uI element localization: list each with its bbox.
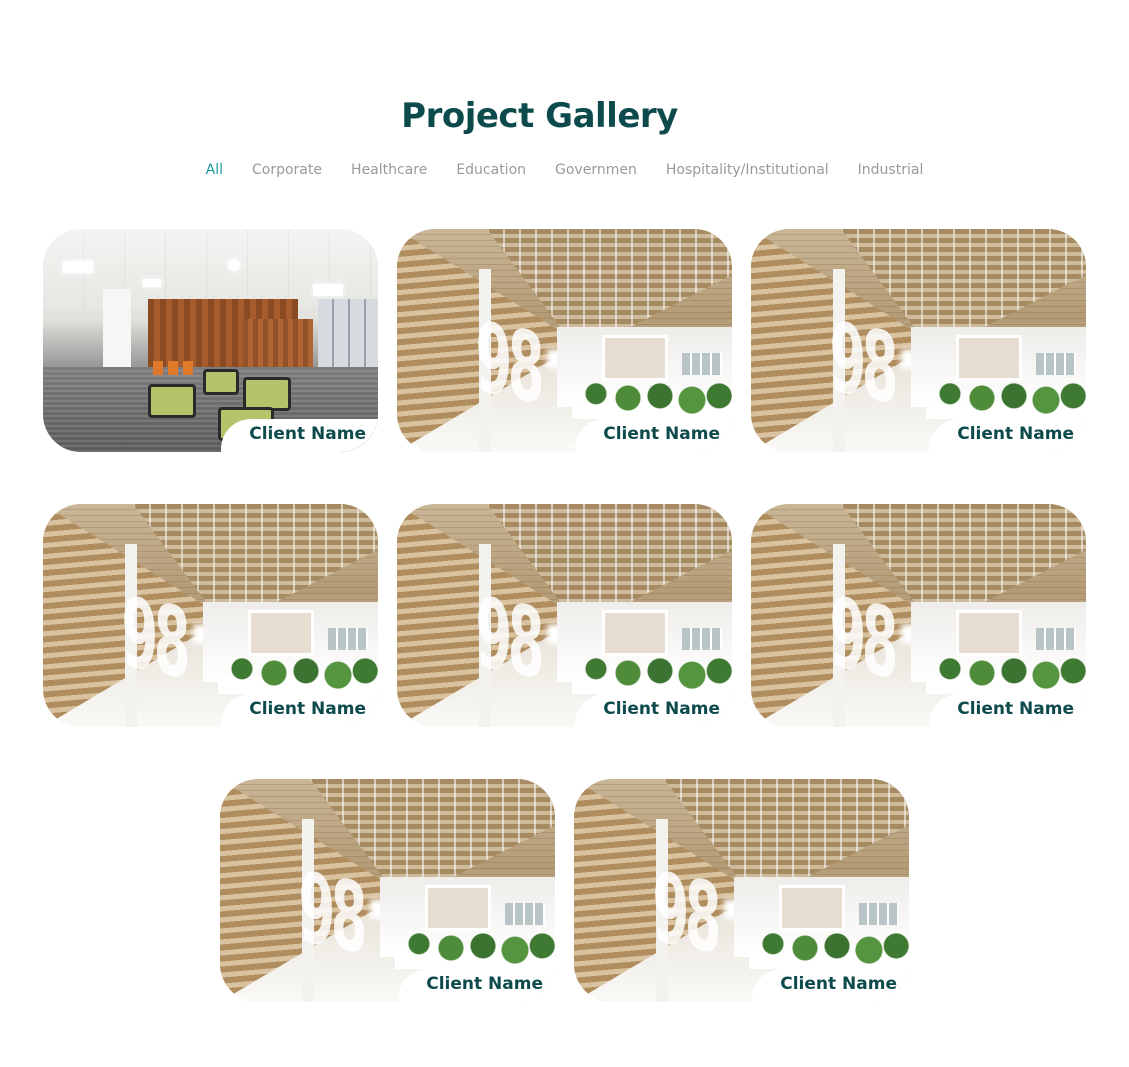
project-card[interactable]: Client Name [43,229,378,452]
filter-tab-healthcare[interactable]: Healthcare [351,162,427,178]
filter-tab-education[interactable]: Education [456,162,526,178]
filter-tab-all[interactable]: All [206,162,223,178]
category-filter-tabs: All Corporate Healthcare Education Gover… [0,162,1129,178]
project-card[interactable]: 98 Client Name [220,779,555,1002]
client-name-label: Client Name [929,694,1086,727]
project-card[interactable]: 98 Client Name [574,779,909,1002]
project-card[interactable]: 98 Client Name [751,504,1086,727]
client-name-label: Client Name [221,419,378,452]
filter-tab-hospitality-institutional[interactable]: Hospitality/Institutional [666,162,829,178]
client-name-label: Client Name [575,419,732,452]
project-card[interactable]: 98 Client Name [397,229,732,452]
project-card[interactable]: 98 Client Name [397,504,732,727]
filter-tab-industrial[interactable]: Industrial [858,162,924,178]
page-title: Project Gallery [401,96,678,136]
client-name-label: Client Name [929,419,1086,452]
filter-tab-corporate[interactable]: Corporate [252,162,322,178]
client-name-label: Client Name [398,969,555,1002]
project-card[interactable]: 98 Client Name [43,504,378,727]
client-name-label: Client Name [575,694,732,727]
filter-tab-government[interactable]: Governmen [555,162,637,178]
project-card[interactable]: 98 Client Name [751,229,1086,452]
client-name-label: Client Name [752,969,909,1002]
client-name-label: Client Name [221,694,378,727]
